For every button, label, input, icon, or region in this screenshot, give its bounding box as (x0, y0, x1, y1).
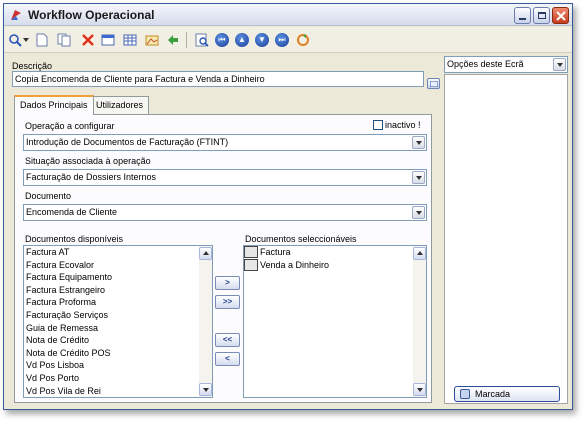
item-checkbox[interactable] (244, 246, 258, 259)
copy-icon[interactable] (56, 32, 72, 48)
new-document-icon[interactable] (34, 32, 50, 48)
scrollbar[interactable] (199, 246, 212, 397)
close-button[interactable] (552, 7, 569, 24)
list-item[interactable]: Venda a Dinheiro (244, 258, 426, 272)
list-item[interactable]: Factura Equipamento (24, 271, 212, 284)
list-item[interactable]: Factura (244, 246, 426, 259)
title-bar: Workflow Operacional (4, 4, 572, 26)
list-item[interactable]: Factura Estrangeiro (24, 284, 212, 297)
toolbar: ⏮ ▲ ▼ ⏭ (4, 27, 572, 53)
list-item[interactable]: Factura Ecovalor (24, 259, 212, 272)
image-icon[interactable] (144, 32, 160, 48)
disponiveis-listbox[interactable]: Factura AT Factura Ecovalor Factura Equi… (23, 245, 213, 398)
situacao-select[interactable]: Facturação de Dossiers Internos (23, 169, 427, 186)
situacao-value: Facturação de Dossiers Internos (26, 172, 157, 182)
edit-description-button[interactable] (427, 78, 440, 89)
grid-icon[interactable] (122, 32, 138, 48)
add-one-button[interactable]: > (215, 276, 240, 290)
remove-all-button[interactable]: << (215, 333, 240, 347)
app-icon (11, 10, 21, 20)
descricao-input[interactable]: Copia Encomenda de Cliente para Factura … (12, 71, 424, 87)
operacao-value: Introdução de Documentos de Facturação (… (26, 137, 229, 147)
list-item[interactable]: Nota de Crédito (24, 334, 212, 347)
list-item-label: Factura (260, 247, 291, 258)
disponiveis-label: Documentos disponíveis (25, 234, 124, 244)
seleccionaveis-label: Documentos seleccionáveis (245, 234, 357, 244)
scroll-down-icon[interactable] (199, 383, 212, 396)
item-checkbox[interactable] (244, 258, 258, 271)
list-item[interactable]: Vd Pos Vila de Rei (24, 385, 212, 397)
bookmark-icon (460, 389, 470, 399)
toolbar-separator (186, 32, 187, 48)
search-dropdown-icon[interactable] (22, 32, 30, 48)
list-item[interactable]: Factura AT (24, 246, 212, 259)
list-item[interactable]: Factura Proforma (24, 296, 212, 309)
documento-select[interactable]: Encomenda de Cliente (23, 204, 427, 221)
chevron-down-icon[interactable] (553, 58, 566, 71)
operacao-label: Operação a configurar (25, 121, 115, 131)
scrollbar[interactable] (413, 246, 426, 397)
tab-dados-principais[interactable]: Dados Principais (14, 95, 94, 115)
operacao-select[interactable]: Introdução de Documentos de Facturação (… (23, 134, 427, 151)
refresh-icon[interactable] (165, 32, 181, 48)
list-item[interactable]: Guia de Remessa (24, 322, 212, 335)
delete-icon[interactable] (80, 32, 96, 48)
properties-icon[interactable] (100, 32, 116, 48)
tab-utilizadores[interactable]: Utilizadores (90, 96, 150, 114)
seleccionaveis-listbox[interactable]: Factura Venda a Dinheiro (243, 245, 427, 398)
inactivo-label: inactivo ! (385, 120, 421, 130)
window-title: Workflow Operacional (28, 8, 155, 22)
search-icon[interactable] (7, 32, 23, 48)
scroll-up-icon[interactable] (413, 247, 426, 260)
preview-icon[interactable] (194, 32, 210, 48)
scroll-up-icon[interactable] (199, 247, 212, 260)
side-panel (444, 74, 568, 404)
inactivo-checkbox[interactable] (373, 120, 383, 130)
situacao-label: Situação associada à operação (25, 156, 151, 166)
descricao-label: Descrição (12, 61, 53, 71)
sync-icon[interactable] (295, 32, 311, 48)
scroll-down-icon[interactable] (413, 383, 426, 396)
tab-panel: Operação a configurar inactivo ! Introdu… (14, 114, 432, 403)
list-item[interactable]: Vd Pos Lisboa (24, 359, 212, 372)
documento-value: Encomenda de Cliente (26, 207, 118, 217)
chevron-down-icon[interactable] (412, 171, 425, 184)
chevron-down-icon[interactable] (412, 136, 425, 149)
main-window: Workflow Operacional ⏮ ▲ ▼ ⏭ Descrição C… (3, 3, 573, 410)
list-item[interactable]: Nota de Crédito POS (24, 347, 212, 360)
first-record-icon[interactable]: ⏮ (214, 32, 230, 48)
minimize-button[interactable] (514, 7, 531, 24)
maximize-button[interactable] (533, 7, 550, 24)
marcada-button[interactable]: Marcada (454, 386, 560, 402)
previous-record-icon[interactable]: ▲ (234, 32, 250, 48)
list-item[interactable]: Facturação Serviços (24, 309, 212, 322)
chevron-down-icon[interactable] (412, 206, 425, 219)
list-item[interactable]: Vd Pos Porto (24, 372, 212, 385)
last-record-icon[interactable]: ⏭ (274, 32, 290, 48)
marcada-label: Marcada (475, 389, 511, 399)
next-record-icon[interactable]: ▼ (254, 32, 270, 48)
opcoes-select[interactable]: Opções deste Ecrã (444, 56, 568, 73)
remove-one-button[interactable]: < (215, 352, 240, 366)
opcoes-label: Opções deste Ecrã (447, 59, 524, 69)
list-item-label: Venda a Dinheiro (260, 259, 330, 270)
add-all-button[interactable]: >> (215, 295, 240, 309)
documento-label: Documento (25, 191, 72, 201)
